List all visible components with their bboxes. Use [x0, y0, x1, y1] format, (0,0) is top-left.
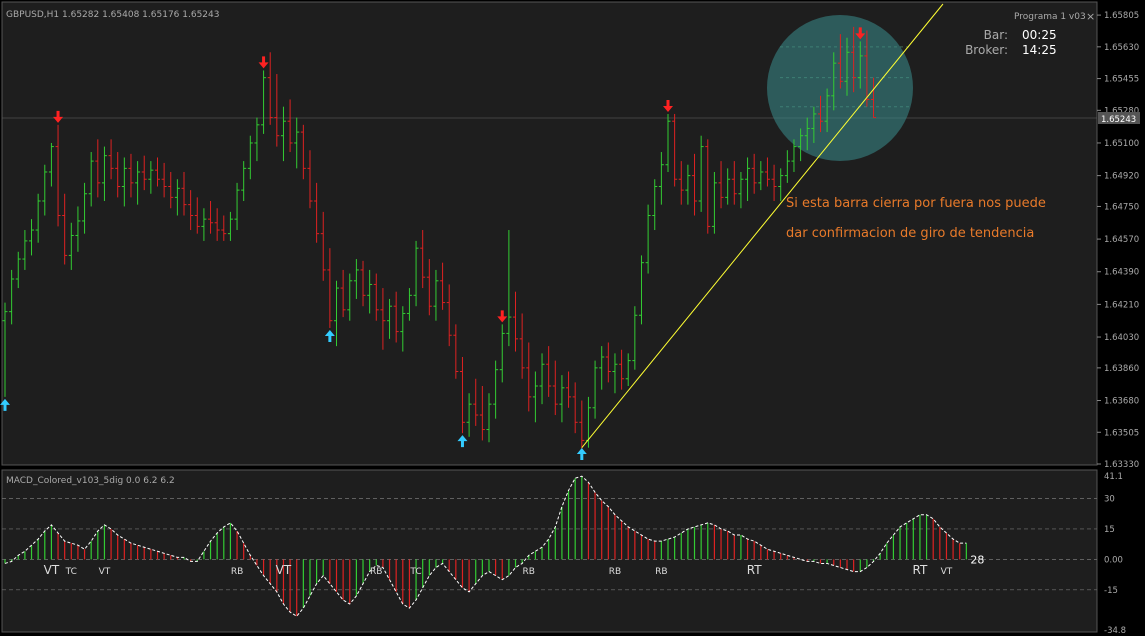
- macd-header: MACD_Colored_v103_5dig 0.0 6.2 6.2: [6, 476, 175, 486]
- macd-signal-label: RT: [747, 563, 762, 577]
- macd-signal-label: TC: [65, 567, 77, 577]
- price-tick-label: 1.63860: [1104, 364, 1139, 374]
- price-tick-label: 1.64570: [1104, 235, 1139, 245]
- trading-chart[interactable]: VT TC VT RB VT RB TC RB RB RB RT RT VT 1.65805 1.6563…: [0, 0, 1145, 636]
- price-tick-label: 1.65455: [1104, 75, 1139, 85]
- bar-label: Bar:: [984, 28, 1008, 42]
- chart-header: GBPUSD,H1 1.65282 1.65408 1.65176 1.6524…: [6, 10, 219, 20]
- macd-signal-label: VT: [44, 563, 60, 577]
- price-tick-label: 1.65630: [1104, 43, 1139, 53]
- macd-signal-label: VT: [941, 567, 953, 577]
- indicator-name: Programa 1 v03: [1014, 12, 1086, 22]
- macd-signal-label: RB: [370, 567, 382, 577]
- macd-last-value: 28: [970, 553, 984, 566]
- macd-signal-label: RB: [609, 567, 621, 577]
- macd-signal-label: RB: [523, 567, 535, 577]
- current-price-value: 1.65243: [1101, 115, 1136, 125]
- annotation-line-1: Si esta barra cierra por fuera nos puede: [786, 196, 1046, 211]
- macd-signal-label: TC: [409, 567, 421, 577]
- macd-tick-label: -15: [1104, 586, 1118, 596]
- macd-tick-label: 30: [1104, 495, 1115, 505]
- price-tick-label: 1.64920: [1104, 172, 1139, 182]
- macd-tick-label: 0.00: [1104, 555, 1123, 565]
- macd-signal-label: RT: [913, 563, 928, 577]
- price-tick-label: 1.63680: [1104, 397, 1139, 407]
- price-tick-label: 1.64390: [1104, 268, 1139, 278]
- price-tick-label: 1.64210: [1104, 300, 1139, 310]
- macd-signal-label: VT: [276, 563, 292, 577]
- bar-value: 00:25: [1022, 28, 1057, 42]
- price-axis: 1.658051.656301.654551.652801.651001.649…: [1097, 11, 1139, 470]
- broker-value: 14:25: [1022, 43, 1057, 57]
- macd-signal-label: RB: [655, 567, 667, 577]
- close-icon[interactable]: ×: [1086, 10, 1095, 23]
- macd-tick-label: -34.8: [1104, 626, 1126, 636]
- price-tick-label: 1.64030: [1104, 333, 1139, 343]
- broker-label: Broker:: [965, 43, 1008, 57]
- price-tick-label: 1.63330: [1104, 460, 1139, 470]
- annotation-line-2: dar confirmacion de giro de tendencia: [786, 226, 1034, 241]
- macd-signal-label: RB: [231, 567, 243, 577]
- macd-signal-label: VT: [99, 567, 111, 577]
- price-tick-label: 1.65100: [1104, 139, 1139, 149]
- macd-tick-label: 15: [1104, 525, 1115, 535]
- macd-tick-label: 41.1: [1104, 472, 1123, 482]
- price-tick-label: 1.65805: [1104, 11, 1139, 21]
- price-tick-label: 1.63505: [1104, 428, 1139, 438]
- price-tick-label: 1.64750: [1104, 202, 1139, 212]
